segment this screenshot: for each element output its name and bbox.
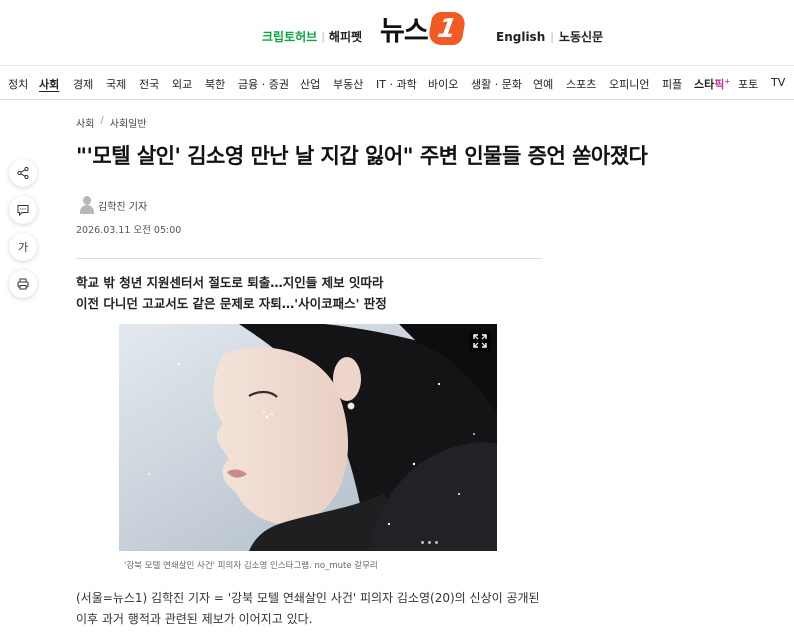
nav-item-it-science[interactable]: IT · 과학 [376,76,417,92]
nav-item-sports[interactable]: 스포츠 [566,76,596,92]
body-line: (서울=뉴스1) 김학진 기자 = '강북 모텔 연쇄살인 사건' 피의자 김소… [76,591,540,605]
nav-item-national[interactable]: 전국 [139,76,159,92]
site-header: 크립토허브 | 해피펫 뉴스 1 English | 노동신문 [0,0,794,66]
article-body: (서울=뉴스1) 김학진 기자 = '강북 모텔 연쇄살인 사건' 피의자 김소… [76,588,546,630]
header-left-links: 크립토허브 | 해피펫 [262,28,363,45]
body-line: 이후 과거 행적과 관련된 제보가 이어지고 있다. [76,612,313,626]
comment-icon [17,205,29,217]
nav-item-bio[interactable]: 바이오 [428,76,458,92]
nav-item-people[interactable]: 피플 [662,76,682,92]
logo-badge: 1 [426,11,467,45]
summary-line: 이전 다니던 고교서도 같은 문제로 자퇴…'사이코패스' 판정 [76,296,387,311]
breadcrumb-section[interactable]: 사회 [76,115,94,130]
nav-item-international[interactable]: 국제 [106,76,126,92]
photo-pagination [421,541,438,544]
happypet-link[interactable]: 해피펫 [329,28,362,45]
print-icon [17,278,29,290]
nav-item-politics[interactable]: 정치 [8,76,28,92]
nav-item-tv[interactable]: TV [771,76,785,89]
crypto-hub-link[interactable]: 크립토허브 [262,28,317,45]
nav-item-life-culture[interactable]: 생활 · 문화 [471,76,522,92]
breadcrumb: 사회 / 사회일반 [76,115,147,130]
share-button[interactable] [9,159,37,187]
woman-portrait-illustration [119,324,497,551]
nav-item-entertainment[interactable]: 연예 [533,76,553,92]
article-photo[interactable] [119,324,497,551]
english-link[interactable]: English [496,30,545,44]
divider [76,258,542,259]
share-icon [17,166,29,180]
nav-item-starpick[interactable]: 스타픽+ [694,76,730,92]
nav-item-north-korea[interactable]: 북한 [205,76,225,92]
nav-item-photo[interactable]: 포토 [738,76,758,92]
font-size-button[interactable]: 가 [9,233,37,261]
nav-item-real-estate[interactable]: 부동산 [333,76,363,92]
nav-item-finance[interactable]: 금융 · 증권 [238,76,289,92]
photo-caption: '강북 모텔 연쇄살인 사건' 피의자 김소영 인스타그램. no_mute 갈… [124,561,378,571]
nav-item-society[interactable]: 사회 [39,76,59,92]
header-right-links: English | 노동신문 [496,28,604,45]
rodong-link[interactable]: 노동신문 [559,28,603,45]
comment-button[interactable] [9,196,37,224]
font-size-icon: 가 [17,241,29,254]
nav-item-opinion[interactable]: 오피니언 [609,76,649,92]
expand-photo-button[interactable] [469,330,491,352]
nav-item-diplomacy[interactable]: 외교 [172,76,192,92]
site-logo[interactable]: 뉴스 1 [380,8,467,48]
article-date: 2026.03.11 오전 05:00 [76,225,182,236]
logo-text: 뉴스 [380,15,429,47]
nav-item-industry[interactable]: 산업 [300,76,320,92]
breadcrumb-subsection[interactable]: 사회일반 [110,115,147,130]
main-nav: 정치 사회 경제 국제 전국 외교 북한 금융 · 증권 산업 부동산 IT ·… [0,66,794,100]
nav-item-economy[interactable]: 경제 [73,76,93,92]
article-author[interactable]: 김학진 기자 [80,196,147,214]
author-name: 김학진 기자 [98,201,148,213]
print-button[interactable] [9,270,37,298]
article-headline: "'모텔 살인' 김소영 만난 날 지갑 잃어" 주변 인물들 증언 쏟아졌다 [76,144,648,168]
author-avatar-icon [80,196,94,214]
article-summary: 학교 밖 청년 지원센터서 절도로 퇴출…지인들 제보 잇따라 이전 다니던 고… [76,272,387,314]
summary-line: 학교 밖 청년 지원센터서 절도로 퇴출…지인들 제보 잇따라 [76,275,384,290]
expand-icon [473,334,487,348]
